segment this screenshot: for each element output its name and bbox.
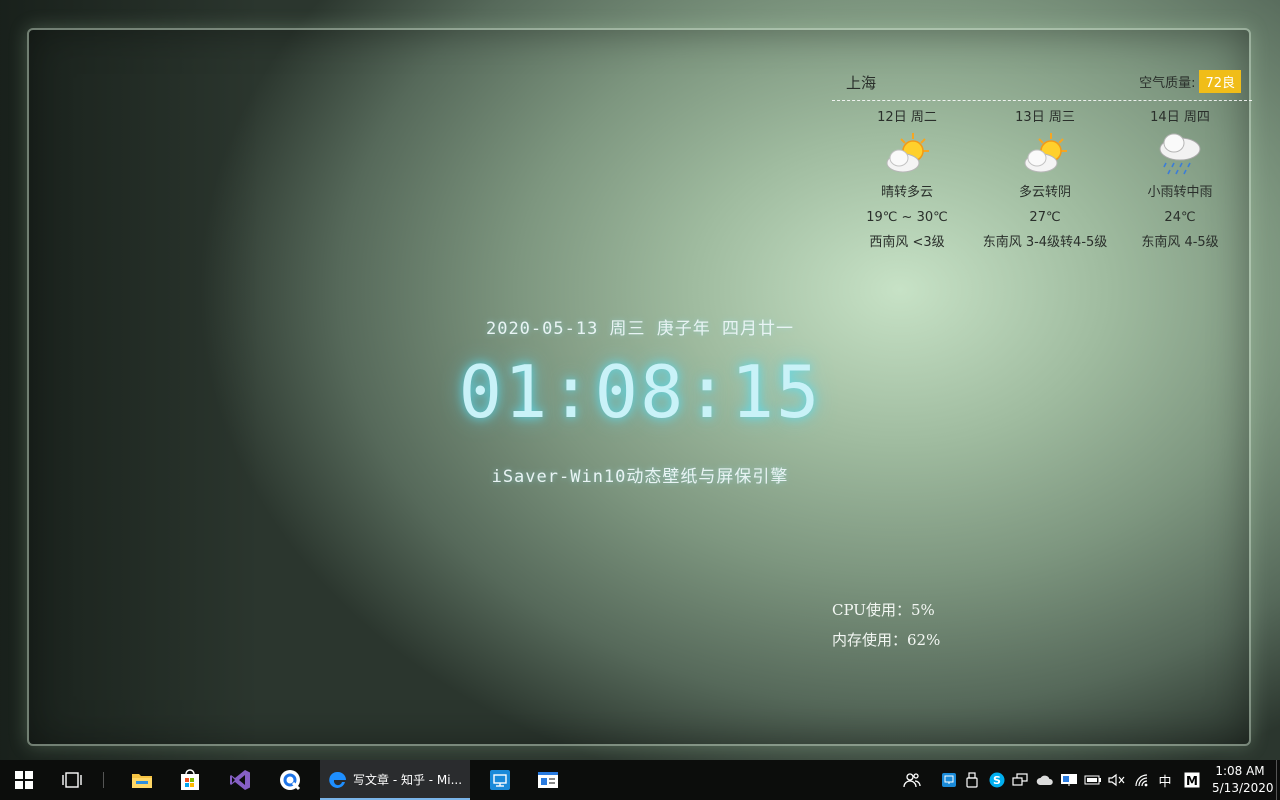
- visual-studio-icon[interactable]: [216, 760, 264, 800]
- air-quality: 空气质量: 72良: [1139, 70, 1241, 93]
- forecast-wind: 东南风 3-4级转4-5级: [982, 235, 1108, 250]
- network-drive-icon[interactable]: [1010, 760, 1030, 800]
- qq-browser-icon[interactable]: [266, 760, 314, 800]
- forecast-temp: 19℃ ~ 30℃: [866, 210, 948, 225]
- battery-icon[interactable]: [1082, 760, 1104, 800]
- partly-cloudy-sun-icon: [970, 128, 1120, 180]
- forecast-date: 12日 周二: [877, 110, 937, 125]
- tray-time: 1:08 AM: [1215, 764, 1265, 778]
- forecast-temp: 24℃: [1164, 210, 1196, 225]
- memory-usage: 内存使用：62%: [832, 631, 941, 649]
- task-view-icon[interactable]: [48, 760, 96, 800]
- ime-mode-icon[interactable]: M: [1180, 760, 1204, 800]
- cpu-usage: CPU使用：5%: [832, 601, 935, 619]
- air-quality-label: 空气质量:: [1139, 76, 1196, 91]
- forecast-condition: 多云转阴: [1018, 185, 1071, 200]
- remote-desktop-icon[interactable]: [476, 760, 524, 800]
- forecast-condition: 小雨转中雨: [1147, 185, 1213, 200]
- tray-clock[interactable]: 1:08 AM 5/13/2020: [1212, 763, 1274, 797]
- show-desktop-button[interactable]: [1276, 760, 1277, 800]
- wifi-icon[interactable]: [1132, 760, 1154, 800]
- forecast-date: 13日 周三: [1015, 110, 1075, 125]
- taskbar: 写文章 - 知乎 - Mi... S 中 M 1:08 AM 5/13/2020: [0, 760, 1280, 800]
- usb-icon[interactable]: [962, 760, 982, 800]
- microsoft-store-icon[interactable]: [166, 760, 214, 800]
- clock-date: 2020-05-13 周三 庚子年 四月廿一: [485, 319, 795, 339]
- taskbar-edge-window[interactable]: 写文章 - 知乎 - Mi...: [320, 760, 470, 800]
- taskbar-separator: [103, 772, 104, 788]
- display-settings-icon[interactable]: [1058, 760, 1080, 800]
- partly-cloudy-sun-icon: [832, 128, 982, 180]
- onedrive-icon[interactable]: [1034, 760, 1056, 800]
- forecast-day: 13日 周三 多云转阴 27℃ 东南风 3-4级转4-5级: [970, 108, 1120, 255]
- wallpaper-subtitle: iSaver-Win10动态壁纸与屏保引擎: [491, 467, 789, 487]
- weather-widget: 上海 空气质量: 72良 12日 周二 晴转多云 19℃ ~ 30℃ 西南风 <…: [832, 64, 1252, 264]
- system-stats: CPU使用：5% 内存使用：62%: [832, 600, 940, 660]
- file-explorer-icon[interactable]: [118, 760, 166, 800]
- clock-time: 01:08:15: [458, 350, 822, 434]
- forecast-wind: 东南风 4-5级: [1141, 235, 1219, 250]
- app-window-icon[interactable]: [524, 760, 572, 800]
- remote-tray-icon[interactable]: [938, 760, 960, 800]
- svg-text:M: M: [1186, 774, 1198, 788]
- edge-icon: [326, 760, 350, 800]
- weather-divider: [832, 100, 1252, 101]
- people-icon[interactable]: [900, 760, 924, 800]
- taskbar-window-title: 写文章 - 知乎 - Mi...: [353, 773, 463, 787]
- forecast-day: 12日 周二 晴转多云 19℃ ~ 30℃ 西南风 <3级: [832, 108, 982, 255]
- forecast-temp: 27℃: [1029, 210, 1061, 225]
- volume-muted-icon[interactable]: [1106, 760, 1128, 800]
- ime-indicator[interactable]: 中: [1154, 760, 1176, 800]
- windows-start-icon[interactable]: [0, 760, 48, 800]
- tray-date: 5/13/2020: [1212, 781, 1274, 795]
- weather-city: 上海: [846, 74, 877, 92]
- forecast-condition: 晴转多云: [880, 185, 933, 200]
- forecast-day: 14日 周四 小雨转中雨 24℃ 东南风 4-5级: [1105, 108, 1255, 255]
- air-quality-badge: 72良: [1199, 70, 1241, 93]
- skype-icon[interactable]: S: [986, 760, 1008, 800]
- svg-text:S: S: [993, 774, 1001, 787]
- forecast-date: 14日 周四: [1150, 110, 1210, 125]
- forecast-wind: 西南风 <3级: [869, 235, 945, 250]
- rain-cloud-icon: [1105, 128, 1255, 180]
